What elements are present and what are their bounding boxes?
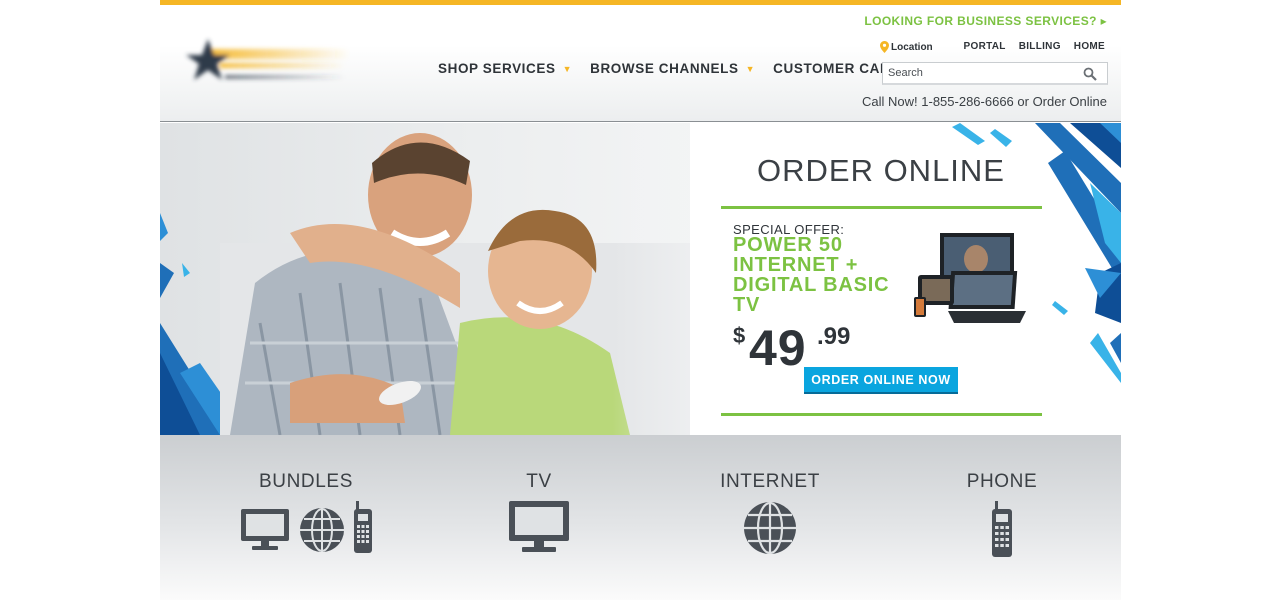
nav-label: SHOP SERVICES: [438, 61, 556, 76]
offer-line: POWER 50: [733, 234, 843, 256]
service-bundles[interactable]: BUNDLES: [226, 471, 386, 553]
hero-banner: ORDER ONLINE SPECIAL OFFER: POWER 50 INT…: [160, 123, 1121, 435]
company-logo[interactable]: [180, 33, 350, 91]
devices-image: [914, 233, 1026, 323]
nav-shop-services[interactable]: SHOP SERVICES ▼: [438, 61, 572, 76]
location-link[interactable]: Location: [880, 41, 933, 53]
divider-bottom: [721, 413, 1042, 416]
globe-icon: [300, 508, 344, 552]
utility-links: PORTAL BILLING HOME: [964, 41, 1105, 52]
tv-icon: [241, 509, 289, 550]
location-pin-icon: [880, 41, 889, 53]
utility-bar: Location PORTAL BILLING HOME: [880, 41, 1110, 55]
nav-label: CUSTOMER CARE: [773, 61, 900, 76]
offer-line: INTERNET +: [733, 254, 859, 276]
business-services-link[interactable]: LOOKING FOR BUSINESS SERVICES? ▸: [864, 14, 1107, 28]
billing-link[interactable]: BILLING: [1019, 41, 1061, 52]
family-photo: [160, 123, 740, 435]
chevron-down-icon: ▼: [562, 63, 573, 74]
phone-icon: [354, 501, 372, 553]
price-dollars: 49: [749, 320, 807, 376]
service-icons: [479, 501, 599, 555]
price-currency: $: [733, 323, 746, 348]
offer-headline: POWER 50 INTERNET + DIGITAL BASIC TV: [733, 235, 923, 315]
site-header: LOOKING FOR BUSINESS SERVICES? ▸ SHOP SE…: [160, 5, 1121, 122]
offer-line: TV: [733, 294, 761, 316]
service-label: PHONE: [966, 471, 1038, 492]
search-box: [882, 62, 1108, 85]
service-label: BUNDLES: [259, 471, 353, 492]
service-icons: [226, 501, 386, 553]
services-section: BUNDLES TV INTERNET PHONE: [160, 435, 1121, 600]
service-label: TV: [526, 471, 552, 492]
service-internet[interactable]: INTERNET: [700, 471, 840, 555]
nav-label: BROWSE CHANNELS: [590, 61, 739, 76]
divider-top: [721, 206, 1042, 209]
globe-icon: [744, 501, 796, 555]
search-icon[interactable]: [1083, 67, 1097, 81]
home-link[interactable]: HOME: [1074, 41, 1105, 52]
service-label: INTERNET: [720, 471, 820, 492]
service-phone[interactable]: PHONE: [942, 471, 1062, 557]
portal-link[interactable]: PORTAL: [964, 41, 1006, 52]
nav-customer-care[interactable]: CUSTOMER CARE: [773, 61, 900, 76]
phone-icon: [992, 501, 1012, 557]
main-nav: SHOP SERVICES ▼ BROWSE CHANNELS ▼ CUSTOM…: [438, 61, 918, 76]
service-tv[interactable]: TV: [479, 471, 599, 555]
order-online-title: ORDER ONLINE: [757, 153, 1005, 188]
page: LOOKING FOR BUSINESS SERVICES? ▸ SHOP SE…: [160, 0, 1121, 600]
chevron-down-icon: ▼: [745, 63, 756, 74]
service-icons: [942, 501, 1062, 557]
service-icons: [700, 501, 840, 555]
offer-line: DIGITAL BASIC: [733, 274, 890, 296]
location-label: Location: [891, 41, 933, 53]
tv-icon: [509, 501, 569, 552]
nav-browse-channels[interactable]: BROWSE CHANNELS ▼: [590, 61, 755, 76]
search-input[interactable]: [883, 63, 1073, 83]
price-cents: .99: [817, 323, 851, 350]
order-online-now-button[interactable]: ORDER ONLINE NOW: [804, 367, 958, 394]
call-now-text: Call Now! 1-855-286-6666 or Order Online: [862, 94, 1107, 109]
